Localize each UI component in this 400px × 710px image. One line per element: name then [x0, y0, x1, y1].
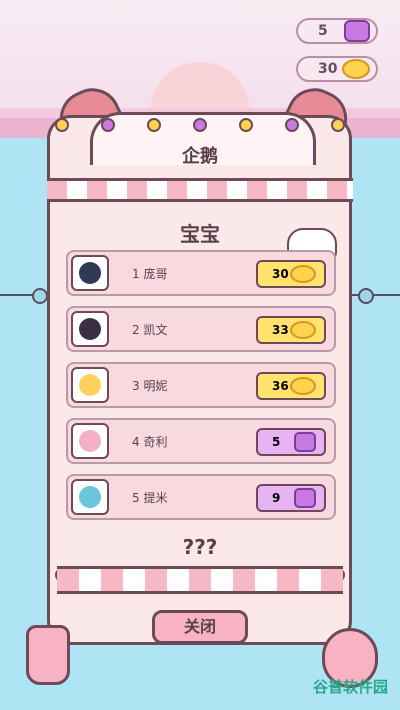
reward-value: 36	[272, 379, 289, 393]
light-icon	[285, 118, 299, 132]
reward-value: 30	[272, 267, 289, 281]
awning-top	[47, 178, 353, 202]
penguin-row[interactable]: 5 提米 9	[66, 474, 336, 520]
section-title: 宝宝	[180, 222, 220, 246]
reward-value: 9	[272, 491, 281, 505]
fish-icon	[290, 265, 316, 283]
fish-counter[interactable]: 30	[296, 56, 378, 82]
gem-count: 5	[318, 23, 328, 39]
trash-can-icon[interactable]	[26, 625, 70, 685]
penguin-avatar	[71, 479, 109, 515]
reward-button[interactable]: 36	[256, 372, 326, 400]
penguin-name: 明妮	[143, 379, 168, 393]
penguin-name: 提米	[143, 491, 168, 505]
penguin-rank: 2	[132, 323, 140, 337]
penguin-name: 凯文	[143, 323, 168, 337]
penguin-avatar	[71, 367, 109, 403]
panel-title: 企鹅	[182, 146, 218, 167]
penguin-name: 庞哥	[143, 267, 168, 281]
penguin-face-icon	[79, 262, 101, 284]
penguin-avatar	[71, 423, 109, 459]
light-icon	[331, 118, 345, 132]
reward-button[interactable]: 9	[256, 484, 326, 512]
reward-value: 33	[272, 323, 289, 337]
fish-icon	[290, 377, 316, 395]
penguin-row[interactable]: 1 庞哥 30	[66, 250, 336, 296]
reward-button[interactable]: 30	[256, 260, 326, 288]
fish-icon	[290, 321, 316, 339]
penguin-rank: 3	[132, 379, 140, 393]
penguin-avatar	[71, 255, 109, 291]
light-icon	[101, 118, 115, 132]
penguin-rank: 4	[132, 435, 140, 449]
gem-icon	[344, 20, 370, 42]
gem-icon	[294, 432, 316, 452]
fish-icon	[342, 59, 370, 79]
close-button[interactable]: 关闭	[152, 610, 248, 644]
reward-value: 5	[272, 435, 281, 449]
penguin-face-icon	[79, 486, 101, 508]
fish-count: 30	[318, 61, 338, 77]
buoy-right	[358, 288, 374, 304]
light-bar-top	[55, 118, 345, 132]
awning-bottom	[57, 566, 343, 594]
reward-button[interactable]: 5	[256, 428, 326, 456]
penguin-row[interactable]: 3 明妮 36	[66, 362, 336, 408]
penguin-rank: 5	[132, 491, 140, 505]
light-icon	[147, 118, 161, 132]
penguin-face-icon	[79, 430, 101, 452]
penguin-row[interactable]: 2 凯文 33	[66, 306, 336, 352]
buoy-left	[32, 288, 48, 304]
locked-penguin-hint: ???	[182, 535, 218, 559]
watermark: 谷普软件园	[312, 678, 388, 696]
penguin-avatar	[71, 311, 109, 347]
penguin-face-icon	[79, 374, 101, 396]
penguin-row[interactable]: 4 奇利 5	[66, 418, 336, 464]
penguin-face-icon	[79, 318, 101, 340]
light-icon	[55, 118, 69, 132]
penguin-name: 奇利	[143, 435, 168, 449]
gem-icon	[294, 488, 316, 508]
gem-counter[interactable]: 5	[296, 18, 378, 44]
light-icon	[239, 118, 253, 132]
reward-button[interactable]: 33	[256, 316, 326, 344]
light-icon	[193, 118, 207, 132]
penguin-rank: 1	[132, 267, 140, 281]
